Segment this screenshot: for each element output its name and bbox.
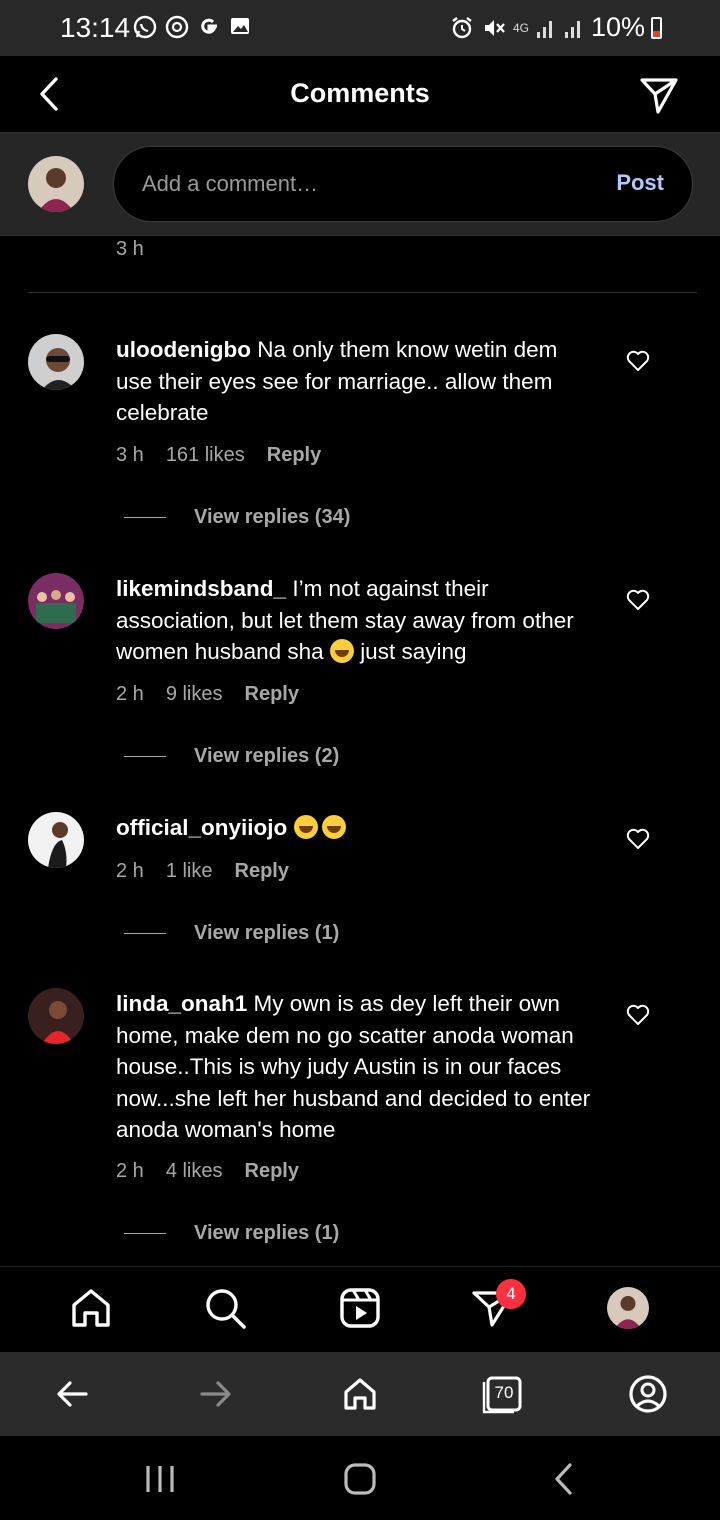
replies-line	[124, 933, 166, 935]
comment-username[interactable]: uloodenigbo	[116, 337, 251, 362]
avatar[interactable]	[28, 988, 84, 1044]
comment-input[interactable]: Add a comment… Post	[113, 146, 693, 222]
browser-back-icon[interactable]	[50, 1372, 94, 1416]
notification-icons	[132, 14, 252, 40]
reply-button[interactable]: Reply	[245, 683, 299, 706]
reels-icon[interactable]	[337, 1285, 383, 1331]
comment-username[interactable]: official_onyiiojo	[116, 815, 287, 840]
signal-icon	[536, 20, 552, 38]
avatar[interactable]	[28, 812, 84, 868]
home-icon[interactable]	[68, 1285, 114, 1331]
reply-button[interactable]: Reply	[267, 444, 321, 467]
browser-tabs-button[interactable]: 70	[482, 1372, 526, 1416]
comment-likes[interactable]: 161 likes	[166, 444, 245, 467]
grinning-sweat-emoji-icon	[321, 815, 346, 839]
comment-text-continued: just saying	[360, 639, 467, 664]
bottom-navigation: 4	[0, 1266, 720, 1352]
system-navigation	[0, 1436, 720, 1520]
system-back-icon[interactable]	[548, 1462, 582, 1496]
battery-icon	[651, 16, 662, 39]
heart-icon[interactable]	[626, 1004, 650, 1026]
comment-time: 3 h	[116, 444, 144, 466]
replies-line	[124, 1233, 166, 1235]
comment-time: 2 h	[116, 1160, 144, 1182]
header: Comments	[0, 56, 720, 134]
grinning-sweat-emoji-icon	[293, 815, 318, 839]
reply-button[interactable]: Reply	[245, 1160, 299, 1183]
google-icon	[201, 18, 217, 34]
browser-home-icon[interactable]	[338, 1372, 382, 1416]
system-home-icon[interactable]	[343, 1462, 377, 1496]
avatar	[28, 156, 84, 212]
tabs-count: 70	[494, 1383, 514, 1402]
previous-comment-time: 3 h	[116, 238, 144, 260]
view-replies-label: View replies (1)	[194, 1222, 340, 1244]
signal-icon	[564, 20, 580, 38]
heart-icon[interactable]	[626, 828, 650, 850]
threads-icon	[165, 15, 189, 39]
gallery-icon	[231, 18, 249, 34]
avatar[interactable]	[28, 573, 84, 629]
reply-button[interactable]: Reply	[235, 860, 289, 883]
status-bar: 13:14 4G 10%	[0, 0, 720, 56]
comment-username[interactable]: likemindsband_	[116, 576, 286, 601]
view-replies-button[interactable]: View replies (1)	[124, 1222, 339, 1245]
view-replies-label: View replies (1)	[194, 922, 340, 944]
comment-text-block: official_onyiiojo	[116, 812, 596, 844]
browser-toolbar: 70	[0, 1352, 720, 1436]
divider	[28, 292, 697, 293]
view-replies-button[interactable]: View replies (1)	[124, 922, 339, 945]
replies-line	[124, 517, 166, 519]
page-title: Comments	[290, 78, 430, 108]
browser-forward-icon[interactable]	[194, 1372, 238, 1416]
share-send-icon[interactable]	[638, 74, 680, 116]
grinning-sweat-emoji-icon	[329, 639, 354, 663]
comment-meta: 2 h 4 likes Reply	[116, 1160, 299, 1183]
alarm-icon	[452, 16, 472, 38]
comment-text-block: uloodenigbo Na only them know wetin dem …	[116, 334, 596, 429]
status-time: 13:14	[60, 12, 131, 43]
post-button[interactable]: Post	[616, 170, 664, 196]
comment-composer: Add a comment… Post	[0, 134, 720, 236]
comment-likes[interactable]: 1 like	[166, 860, 213, 883]
comment-likes[interactable]: 4 likes	[166, 1160, 223, 1183]
whatsapp-icon	[133, 15, 157, 39]
network-type: 4G	[512, 20, 529, 35]
heart-icon[interactable]	[626, 589, 650, 611]
view-replies-label: View replies (34)	[194, 506, 351, 528]
comment-meta: 2 h 1 like Reply	[116, 860, 289, 883]
view-replies-button[interactable]: View replies (2)	[124, 745, 339, 768]
avatar[interactable]	[28, 334, 84, 390]
comment-text-block: linda_onah1 My own is as dey left their …	[116, 988, 596, 1146]
system-indicators: 4G 10%	[449, 12, 662, 43]
view-replies-button[interactable]: View replies (34)	[124, 506, 350, 529]
comment-time: 2 h	[116, 860, 144, 882]
notification-badge: 4	[496, 1279, 526, 1309]
comment-input-placeholder: Add a comment…	[142, 171, 319, 196]
comment-meta: 2 h 9 likes Reply	[116, 683, 299, 706]
comment-text-block: likemindsband_ I’m not against their ass…	[116, 573, 596, 668]
mute-icon	[484, 19, 505, 36]
replies-line	[124, 756, 166, 758]
comment-time: 2 h	[116, 683, 144, 705]
comment-likes[interactable]: 9 likes	[166, 683, 223, 706]
search-icon[interactable]	[202, 1285, 248, 1331]
comment-username[interactable]: linda_onah1	[116, 991, 247, 1016]
recent-apps-icon[interactable]	[143, 1462, 177, 1496]
account-icon[interactable]	[626, 1372, 670, 1416]
heart-icon[interactable]	[626, 350, 650, 372]
comment-meta: 3 h 161 likes Reply	[116, 444, 321, 467]
battery-percent: 10%	[590, 12, 645, 42]
profile-avatar[interactable]	[607, 1287, 649, 1329]
view-replies-label: View replies (2)	[194, 745, 340, 767]
